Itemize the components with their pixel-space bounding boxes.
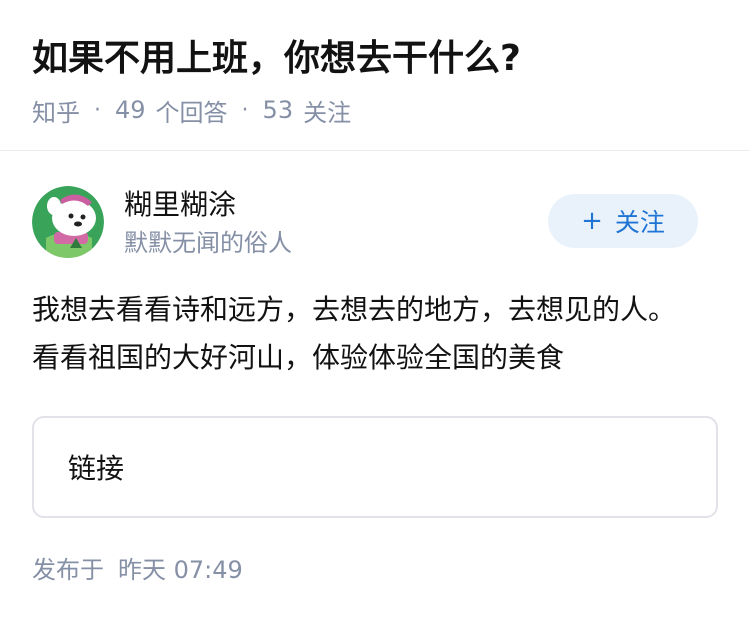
publish-time-label: 发布于 [32,556,104,584]
answer-count-label: 个回答 [155,98,228,127]
question-header: 如果不用上班，你想去干什么? 知乎 · 49 个回答 · 53 关注 [0,0,750,151]
cartoon-dog-avatar-icon [32,186,104,258]
answer-author: 糊里糊涂 默默无闻的俗人 + 关注 [32,186,718,258]
plus-icon: + [581,206,603,236]
question-meta: 知乎 · 49 个回答 · 53 关注 [32,92,351,128]
follower-count: 53 [262,96,294,124]
question-title[interactable]: 如果不用上班，你想去干什么? [32,34,521,84]
answer-count: 49 [115,96,146,124]
follow-button[interactable]: + 关注 [548,194,698,248]
link-card[interactable]: 链接 [32,416,718,518]
avatar[interactable] [32,186,104,258]
publish-time: 发布于 昨天 07:49 [32,552,243,588]
meta-separator: · [94,97,101,123]
author-name[interactable]: 糊里糊涂 [124,186,236,224]
author-bio: 默默无闻的俗人 [124,229,292,257]
follower-count-label: 关注 [303,98,352,127]
link-card-label: 链接 [68,452,125,485]
publish-time-value: 昨天 07:49 [118,556,243,584]
source-label[interactable]: 知乎 [32,93,80,128]
meta-separator: · [241,97,249,123]
answer-content: 我想去看看诗和远方，去想去的地方，去想见的人。看看祖国的大好河山，体验体验全国的… [32,293,677,374]
follow-button-label: 关注 [614,208,665,237]
